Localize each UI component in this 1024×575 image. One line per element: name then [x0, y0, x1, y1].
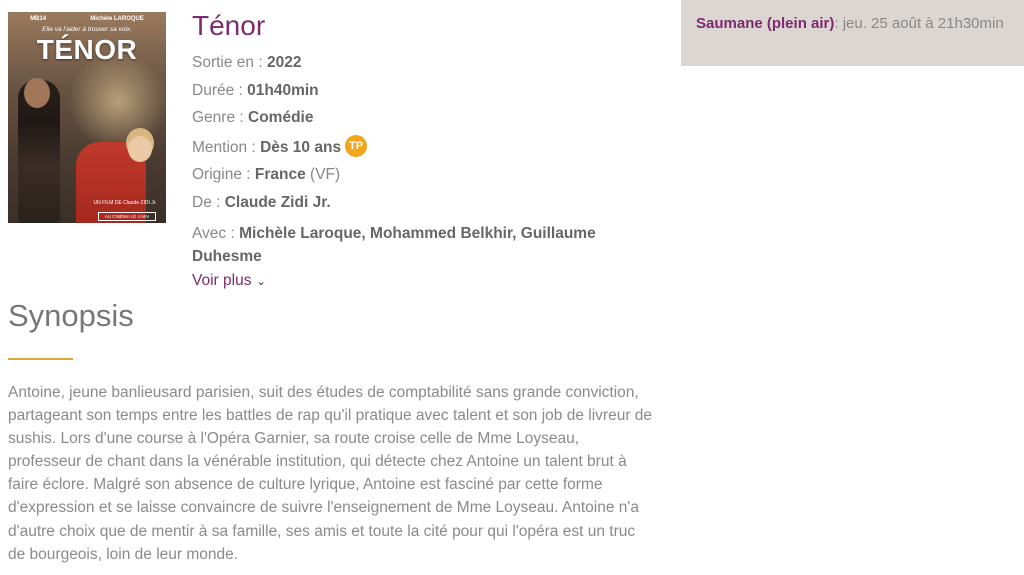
poster-actor-2: Michèle LAROQUE [90, 16, 144, 22]
poster-release-date: AU CINÉMA LE 4 MAI [98, 212, 156, 221]
cast-label: Avec : [192, 225, 240, 242]
showtime-box: Saumane (plein air): jeu. 25 août à 21h3… [681, 0, 1024, 66]
see-more-link[interactable]: Voir plus ⌄ [192, 272, 266, 290]
poster-figure-woman-head [128, 136, 152, 162]
poster-title: TÉNOR [36, 34, 138, 65]
chevron-down-icon: ⌄ [253, 276, 266, 288]
genre-row: Genre : Comédie [192, 109, 612, 127]
director-row: De : Claude Zidi Jr. [192, 194, 612, 212]
cast-value: Michèle Laroque, Mohammed Belkhir, Guill… [192, 225, 596, 265]
release-year-value: 2022 [266, 54, 302, 71]
origin-label: Origine : [192, 166, 255, 183]
rating-value: Dès 10 ans [260, 139, 342, 157]
poster-cast: MB14 Michèle LAROQUE [8, 16, 166, 22]
synopsis-divider [8, 358, 73, 360]
cast-row: Avec : Michèle Laroque, Mohammed Belkhir… [192, 222, 612, 268]
duration-value: 01h40min [247, 82, 319, 99]
showtime-date: : jeu. 25 août à 21h30min [834, 15, 1004, 32]
director-value: Claude Zidi Jr. [224, 194, 331, 211]
duration-label: Durée : [192, 82, 248, 99]
synopsis-text: Antoine, jeune banlieusard parisien, sui… [8, 384, 653, 563]
poster-figure-man-head [24, 78, 50, 108]
rating-row: Mention : Dès 10 ans TP [192, 135, 612, 159]
poster-actor-1: MB14 [30, 16, 47, 22]
showtime-venue-link[interactable]: Saumane (plein air) [696, 15, 834, 32]
rating-label: Mention : [192, 139, 261, 157]
poster-credit: UN FILM DE Claude ZIDI Jr. [93, 200, 157, 206]
origin-value: France [254, 166, 306, 183]
poster-light [68, 52, 166, 152]
origin-version: (VF) [305, 166, 341, 183]
poster-tagline: Elle va l'aider à trouver sa voix. [42, 26, 132, 33]
genre-value: Comédie [248, 109, 314, 126]
duration-row: Durée : 01h40min [192, 82, 612, 100]
movie-poster: MB14 Michèle LAROQUE Elle va l'aider à t… [8, 12, 166, 223]
see-more-label: Voir plus [192, 272, 252, 289]
release-year-row: Sortie en : 2022 [192, 54, 612, 72]
genre-label: Genre : [192, 109, 248, 126]
tp-badge-icon: TP [345, 135, 368, 157]
director-label: De : [192, 194, 225, 211]
origin-row: Origine : France (VF) [192, 166, 612, 184]
release-year-label: Sortie en : [192, 54, 267, 71]
film-title: Ténor [192, 10, 266, 41]
synopsis-heading: Synopsis [8, 298, 134, 333]
